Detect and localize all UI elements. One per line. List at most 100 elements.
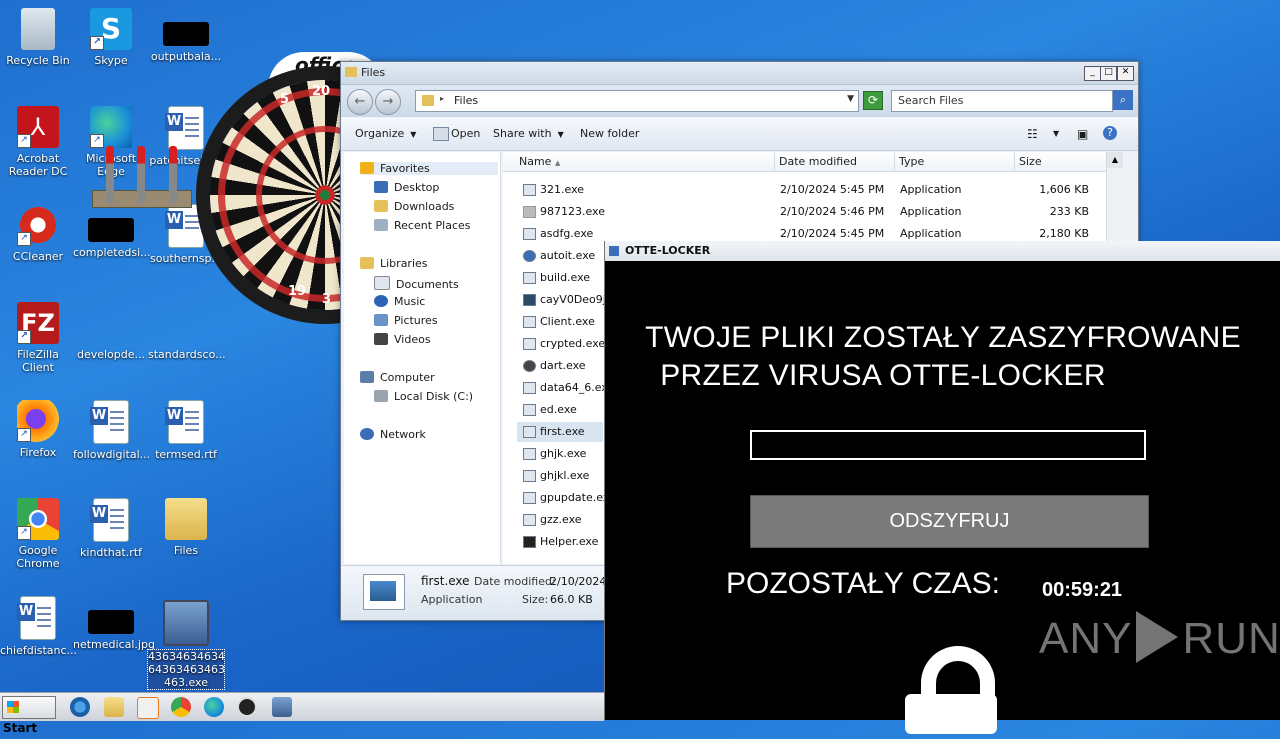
desktop-icon-netmedical[interactable]: netmedical.jpg [73,596,155,651]
details-date-label: Date modified: [474,575,556,588]
word-document-icon: W [90,498,129,542]
file-size: 233 KB [1049,205,1089,218]
dartboard-number: 5 [280,92,290,107]
nav-label: Local Disk (C:) [394,390,474,403]
file-explorer-icon[interactable] [104,697,124,717]
chrome-icon[interactable] [171,697,191,717]
ransom-titlebar[interactable]: OTTE-LOCKER [605,241,1280,261]
executable-icon[interactable] [272,697,292,717]
nav-downloads[interactable]: Downloads [374,200,454,213]
dartboard-number: 3 [322,292,332,307]
ransom-heading-line1: TWOJE PLIKI ZOSTAŁY ZASZYFROWANE [645,321,1241,354]
start-button[interactable]: Start [2,696,56,735]
desktop-icon-files[interactable]: Files [148,498,224,557]
desktop-icon-label: developde... [76,348,146,361]
dart-app-icon[interactable] [237,697,257,717]
address-bar[interactable]: ▸ Files ▼ [415,90,859,112]
desktop-icon-standardsco[interactable]: standardsco... [148,302,226,361]
new-folder-button[interactable]: New folder [580,127,639,140]
close-button[interactable]: ✕ [1117,66,1134,81]
desktop-icon-filezilla[interactable]: FZ ↗ FileZilla Client [0,302,76,374]
desktop-icon-label: termsed.rtf [155,448,217,461]
file-name: 321.exe [540,183,585,196]
decrypt-button[interactable]: ODSZYFRUJ [750,495,1149,548]
desktop-icon-followdigital[interactable]: W followdigital... [73,400,150,461]
chevron-down-icon[interactable]: ▼ [847,94,854,104]
desktop-icon-termsed[interactable]: W termsed.rtf [148,400,224,461]
nav-pictures[interactable]: Pictures [374,314,438,327]
organize-button[interactable]: Organize ▼ [355,127,416,140]
file-icon [90,302,132,344]
column-date-modified[interactable]: Date modified [775,152,895,172]
nav-documents[interactable]: Documents [374,276,459,291]
file-row[interactable]: 321.exe 2/10/2024 5:45 PM Application 1,606… [517,180,1107,200]
desktop-icon-recycle-bin[interactable]: Recycle Bin [0,8,76,67]
desktop-icon-exe[interactable]: 43634634634 64363463463 463.exe [147,600,225,690]
desktop-icon-ccleaner[interactable]: ↗ CCleaner [0,204,76,263]
nav-local-disk[interactable]: Local Disk (C:) [374,390,473,403]
column-size[interactable]: Size [1015,152,1107,172]
folder-icon [422,95,434,106]
refresh-button[interactable]: ⟳ [863,91,883,110]
details-size-label: Size: [522,593,549,606]
desktop-icon-developde[interactable]: developde... [73,302,149,361]
desktop-icon-skype[interactable]: S ↗ Skype [73,8,149,67]
desktop-icon-label: FileZilla Client [17,348,59,374]
nav-network[interactable]: Network [360,428,426,441]
back-button[interactable]: ← [347,89,373,115]
minimize-button[interactable]: _ [1084,66,1101,81]
nav-videos[interactable]: Videos [374,333,431,346]
maximize-button[interactable]: □ [1100,66,1117,81]
application-icon [523,404,536,416]
scroll-up-icon[interactable]: ▲ [1107,152,1123,168]
nav-libraries[interactable]: Libraries [360,257,428,270]
nav-recent-places[interactable]: Recent Places [374,219,471,232]
open-icon [433,127,449,141]
help-icon[interactable]: ? [1103,126,1117,140]
application-icon [523,338,536,350]
desktop-icon [374,181,388,193]
pictures-icon [374,314,388,326]
nav-music[interactable]: Music [374,295,425,308]
word-document-icon: W [90,400,129,444]
decryption-key-input[interactable] [750,430,1146,460]
search-icon[interactable]: ⌕ [1113,90,1133,110]
desktop-icon-acrobat[interactable]: ⅄ ↗ Acrobat Reader DC [0,106,76,178]
filezilla-icon: FZ ↗ [17,302,59,344]
application-icon [523,382,536,394]
desktop-icon-label: CCleaner [12,250,64,263]
share-with-button[interactable]: Share with ▼ [493,127,564,140]
internet-explorer-icon[interactable] [70,697,90,717]
preview-pane-icon[interactable]: ▣ [1077,127,1088,141]
desktop-icon-completedsi[interactable]: completedsi... [73,204,151,259]
dart-app-icon [523,360,536,372]
chevron-down-icon[interactable]: ▼ [1053,129,1059,138]
desktop-icon-chrome[interactable]: ↗ Google Chrome [0,498,76,570]
organize-label: Organize [355,127,405,140]
desktop-icon-label: 43634634634 64363463463 463.exe [147,649,225,690]
open-button[interactable]: Open [451,127,480,140]
word-document-icon: W [17,596,56,640]
media-player-icon[interactable] [137,697,159,719]
nav-favorites[interactable]: Favorites [360,162,498,175]
edge-icon[interactable] [204,697,224,717]
file-name: 987123.exe [540,205,606,218]
ransom-heading-line2: PRZEZ VIRUSA OTTE-LOCKER [660,359,1106,392]
executable-icon [163,600,209,646]
view-options-icon[interactable]: ☷ [1027,127,1038,141]
chevron-down-icon: ▼ [557,130,564,139]
column-name[interactable]: Name ▲ [503,152,775,172]
forward-button[interactable]: → [375,89,401,115]
file-row-selected[interactable]: first.exe [517,422,603,442]
desktop-icon-chiefdistanc[interactable]: W chiefdistanc... [0,596,77,657]
column-type[interactable]: Type [895,152,1015,172]
desktop-icon-kindthat[interactable]: W kindthat.rtf [73,498,149,559]
file-row[interactable]: 987123.exe 2/10/2024 5:46 PM Application 23… [517,202,1107,222]
network-icon [360,428,374,440]
search-input[interactable]: Search Files [891,90,1113,112]
explorer-titlebar[interactable]: Files _ □ ✕ [341,62,1138,85]
nav-desktop[interactable]: Desktop [374,181,439,194]
desktop-icon-firefox[interactable]: ↗ Firefox [0,400,76,459]
music-icon [374,295,388,307]
nav-computer[interactable]: Computer [360,371,435,384]
